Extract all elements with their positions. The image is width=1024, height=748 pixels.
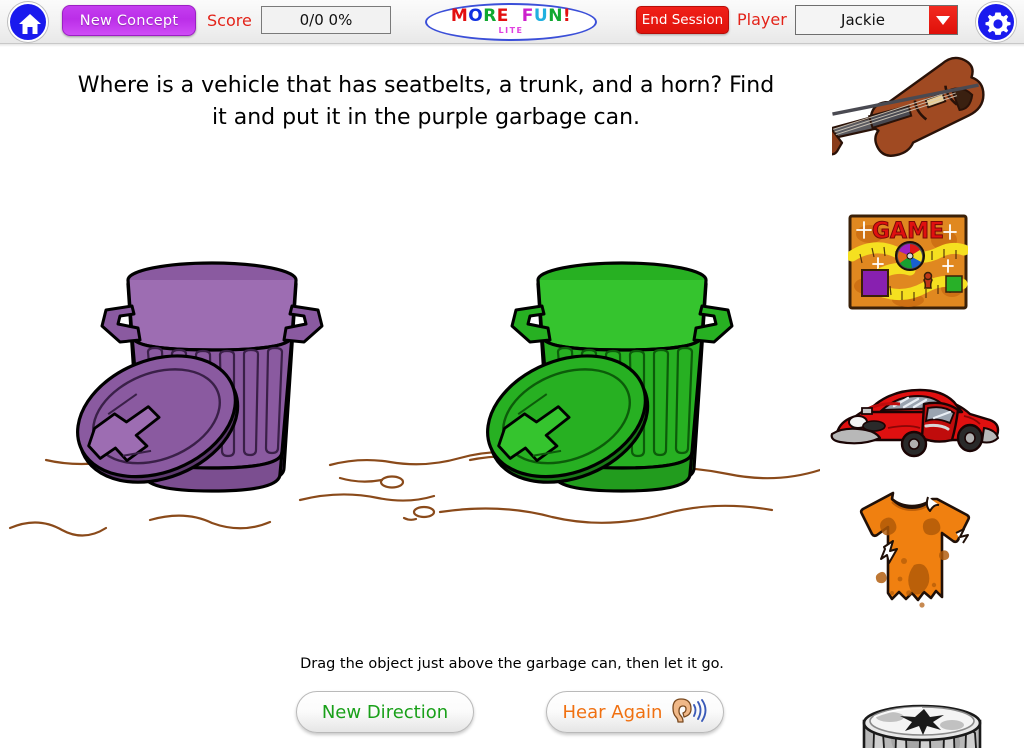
top-toolbar: New Concept Score 0/0 0% MORE FUN! LITE …: [0, 0, 1024, 44]
logo-letter: E: [496, 6, 509, 26]
home-button[interactable]: [8, 2, 48, 42]
new-concept-button[interactable]: New Concept: [62, 5, 196, 36]
logo-letter: M: [450, 6, 469, 26]
end-session-label: End Session: [641, 12, 724, 28]
logo-letter: U: [533, 6, 549, 26]
logo-letter: F: [521, 6, 534, 26]
question-prompt: Where is a vehicle that has seatbelts, a…: [77, 73, 775, 130]
board-game-title: GAME: [872, 219, 944, 244]
object-tray: GAME: [812, 44, 1024, 748]
purple-garbage-can[interactable]: [62, 240, 362, 534]
more-fun-lite-app: New Concept Score 0/0 0% MORE FUN! LITE …: [0, 0, 1024, 748]
end-session-button[interactable]: End Session: [636, 6, 729, 34]
player-select[interactable]: Jackie: [795, 5, 958, 35]
hear-again-label: Hear Again: [562, 701, 663, 723]
object-shirt[interactable]: [852, 489, 972, 628]
app-logo: MORE FUN! LITE: [425, 3, 597, 41]
object-board-game[interactable]: GAME: [846, 214, 970, 314]
new-concept-label: New Concept: [79, 12, 179, 29]
logo-subtitle: LITE: [498, 26, 524, 35]
player-selected-value: Jackie: [841, 11, 885, 29]
score-display: 0/0 0%: [261, 6, 391, 34]
logo-letter: N: [548, 6, 563, 26]
logo-title: MORE FUN!: [451, 8, 571, 25]
green-garbage-can[interactable]: [472, 240, 772, 534]
object-drum[interactable]: [852, 699, 1002, 748]
logo-letter: R: [483, 6, 497, 26]
object-car[interactable]: [828, 374, 1008, 468]
object-violin[interactable]: [812, 46, 1012, 170]
new-direction-label: New Direction: [321, 701, 449, 723]
logo-letter: O: [468, 6, 484, 26]
play-area: [0, 160, 820, 580]
score-label: Score: [207, 11, 252, 30]
ear-icon: [667, 696, 707, 728]
player-label: Player: [737, 10, 787, 29]
score-value: 0/0 0%: [299, 11, 353, 29]
logo-letter: [509, 6, 522, 26]
hear-again-button[interactable]: Hear Again: [546, 691, 724, 733]
logo-letter: !: [562, 6, 572, 26]
chevron-down-glyph: [936, 15, 950, 25]
settings-button[interactable]: [976, 2, 1016, 42]
new-direction-button[interactable]: New Direction: [296, 691, 474, 733]
chevron-down-icon[interactable]: [929, 6, 957, 34]
drag-instruction-text: Drag the object just above the garbage c…: [300, 656, 724, 672]
